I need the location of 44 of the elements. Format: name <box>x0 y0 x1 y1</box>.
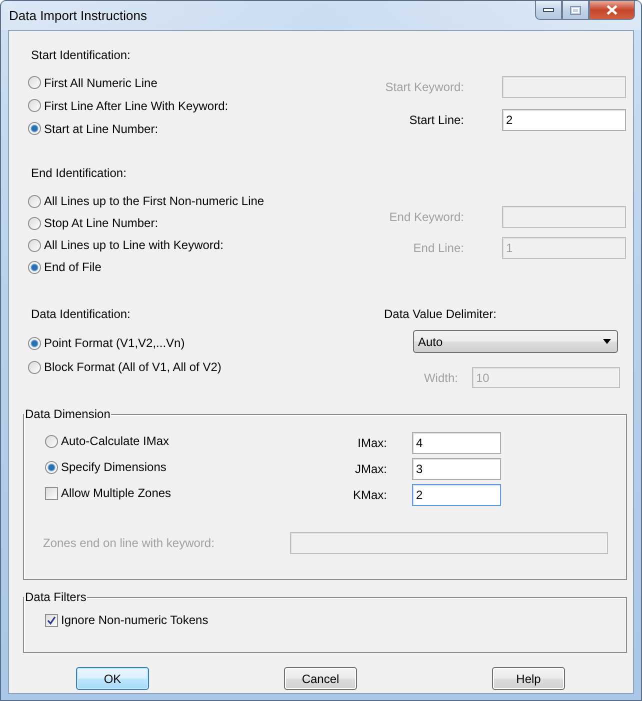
field-label: Start Keyword: <box>384 80 464 94</box>
radio-option[interactable]: Stop At Line Number: <box>28 212 158 234</box>
minimize-button[interactable] <box>535 1 562 20</box>
field-label: Width: <box>422 370 458 384</box>
radio-option[interactable]: First All Numeric Line <box>28 71 158 94</box>
radio-option[interactable]: First Line After Line With Keyword: <box>28 94 228 117</box>
dropdown-arrow-icon <box>603 339 611 344</box>
maximize-button[interactable] <box>562 1 589 20</box>
dialog-button[interactable]: OK <box>76 667 149 690</box>
group-title: Data Filters <box>24 590 88 604</box>
minimize-icon <box>543 8 554 12</box>
checkbox-option[interactable]: Allow Multiple Zones <box>45 482 295 504</box>
section-heading: Data Identification: <box>31 307 132 322</box>
text-field[interactable]: 4 <box>412 432 501 454</box>
close-icon <box>606 5 618 15</box>
radio-option[interactable]: Start at Line Number: <box>28 117 158 140</box>
radio-option[interactable]: All Lines up to Line with Keyword: <box>28 234 224 256</box>
field-label: Zones end on line with keyword: <box>43 536 216 550</box>
field-label: KMax: <box>352 488 387 502</box>
radio-option[interactable]: Specify Dimensions <box>45 456 295 478</box>
dialog-button[interactable]: Help <box>492 667 565 690</box>
field-label: JMax: <box>354 462 387 476</box>
text-field[interactable]: 3 <box>412 458 501 480</box>
radio-option[interactable]: Point Format (V1,V2,...Vn) <box>28 331 185 355</box>
close-button[interactable] <box>589 1 635 20</box>
radio-option[interactable]: All Lines up to the First Non-numeric Line <box>28 190 264 212</box>
section-heading: End Identification: <box>31 166 128 181</box>
field-label: IMax: <box>356 436 387 450</box>
field-label: End Keyword: <box>388 210 464 224</box>
window-title: Data Import Instructions <box>9 8 148 23</box>
text-field[interactable]: 2 <box>502 109 626 131</box>
field-label: End Line: <box>412 241 464 255</box>
radio-option[interactable]: End of File <box>28 256 102 278</box>
checkbox-option[interactable]: Ignore Non-numeric Tokens <box>45 609 626 631</box>
radio-option[interactable]: Block Format (All of V1, All of V2) <box>28 355 222 379</box>
radio-option[interactable]: Auto-Calculate IMax <box>45 430 295 452</box>
group-title: Data Dimension <box>24 407 112 421</box>
delimiter-label: Data Value Delimiter: <box>384 307 498 321</box>
section-heading: Start Identification: <box>31 48 132 63</box>
dialog-button[interactable]: Cancel <box>284 667 357 690</box>
maximize-icon <box>570 6 581 14</box>
delimiter-dropdown[interactable]: Auto <box>413 330 618 353</box>
field-label: Start Line: <box>408 113 464 127</box>
text-field[interactable]: 2 <box>412 484 501 506</box>
